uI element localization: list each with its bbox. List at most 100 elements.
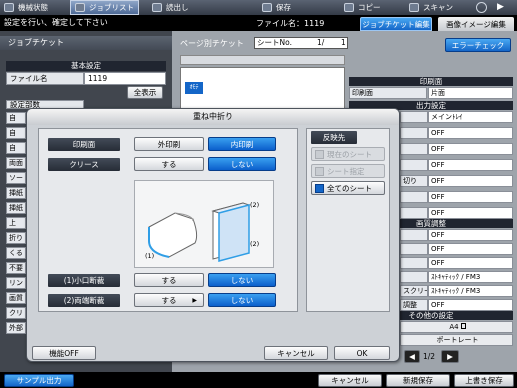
quality-setting-value[interactable]: OFF bbox=[428, 229, 513, 241]
filename-field[interactable]: 1119 bbox=[84, 72, 166, 85]
output-setting-value[interactable]: OFF bbox=[428, 207, 513, 219]
output-setting-label bbox=[400, 143, 428, 155]
next-page-button[interactable]: ▶ bbox=[441, 350, 459, 363]
tab-job-ticket-edit[interactable]: ジョブチケット編集 bbox=[360, 17, 432, 31]
job-ticket-item[interactable]: くる bbox=[6, 247, 26, 259]
quality-setting-value[interactable]: ｽﾄｷｬﾃｨｯｸ / FM3 bbox=[428, 285, 513, 297]
new-save-button[interactable]: 新規保存 bbox=[386, 374, 450, 387]
menu-job-list[interactable]: ジョブリスト bbox=[70, 0, 139, 15]
quality-setting-label: スクリーン bbox=[400, 285, 428, 297]
illus-label-fore-edge: (1) bbox=[145, 252, 155, 260]
apply-current-sheet-button[interactable]: 現在のシート bbox=[311, 147, 385, 161]
both-edge-trim-off-button[interactable]: しない bbox=[208, 293, 276, 307]
sheet-no-field[interactable]: シートNo. 1/1 bbox=[254, 37, 348, 49]
job-ticket-item[interactable]: 不要 bbox=[6, 262, 26, 274]
orientation-value: ポートレート bbox=[400, 334, 513, 346]
menu-save[interactable]: 保存 bbox=[262, 1, 291, 14]
output-setting-value[interactable]: OFF bbox=[428, 143, 513, 155]
fore-edge-trim-on-button[interactable]: する bbox=[134, 273, 204, 287]
thumbnail-area bbox=[180, 67, 345, 112]
dialog-cancel-button[interactable]: キャンセル bbox=[264, 346, 328, 360]
saddle-fold-diagram bbox=[148, 202, 251, 262]
prev-page-button[interactable]: ◀ bbox=[404, 350, 420, 363]
print-side-header: 印刷面 bbox=[349, 77, 513, 86]
fore-edge-trim-off-button[interactable]: しない bbox=[208, 273, 276, 287]
checkbox-checked-icon bbox=[315, 183, 324, 193]
apply-all-sheets-button[interactable]: 全てのシート bbox=[311, 181, 385, 195]
job-ticket-item[interactable]: 画質 bbox=[6, 292, 26, 304]
both-edge-trim-label: (2)両端断裁 bbox=[48, 294, 120, 307]
quality-setting-value[interactable]: OFF bbox=[428, 243, 513, 255]
job-ticket-item[interactable]: 挿紙 bbox=[6, 202, 26, 214]
quality-setting-value[interactable]: ｽﾄｷｬﾃｨｯｸ / FM3 bbox=[428, 271, 513, 283]
save-icon bbox=[262, 3, 272, 12]
thumbnail-scrollbar[interactable] bbox=[180, 55, 345, 65]
paper-size-value: A4 bbox=[400, 321, 513, 333]
dialog-ok-button[interactable]: OK bbox=[334, 346, 390, 360]
output-setting-value[interactable]: OFF bbox=[428, 191, 513, 203]
job-ticket-item[interactable]: 自 bbox=[6, 142, 26, 154]
tab-image-edit[interactable]: 画像イメージ編集 bbox=[438, 17, 514, 31]
more-icon[interactable]: ▶ bbox=[497, 2, 511, 13]
globe-icon[interactable] bbox=[476, 2, 487, 13]
apply-specified-sheet-button[interactable]: シート指定 bbox=[311, 164, 385, 178]
menu-copy[interactable]: コピー bbox=[344, 1, 381, 14]
inner-print-button[interactable]: 内印刷 bbox=[208, 137, 276, 151]
status-message: 設定を行い、確定して下さい bbox=[4, 18, 108, 27]
job-ticket-item[interactable]: 挿紙 bbox=[6, 187, 26, 199]
menu-machine-status[interactable]: 機械状態 bbox=[4, 1, 48, 14]
print-side-section-label: 印刷面 bbox=[48, 138, 120, 151]
output-setting-label bbox=[400, 191, 428, 203]
error-check-button[interactable]: エラーチェック bbox=[445, 38, 511, 52]
job-ticket-item[interactable]: クリ bbox=[6, 307, 26, 319]
both-edge-trim-on-button[interactable]: する ▶ bbox=[134, 293, 204, 307]
crease-off-button[interactable]: しない bbox=[208, 157, 276, 171]
quality-setting-value[interactable]: OFF bbox=[428, 257, 513, 269]
quality-setting-label bbox=[400, 271, 428, 283]
job-ticket-item[interactable]: 自 bbox=[6, 127, 26, 139]
menu-recall[interactable]: 読出し bbox=[152, 1, 189, 14]
status-filename: ファイル名：1119 bbox=[256, 19, 325, 28]
job-list-icon bbox=[75, 3, 85, 12]
show-all-button[interactable]: 全表示 bbox=[127, 86, 163, 99]
job-ticket-item[interactable]: 上 bbox=[6, 217, 26, 229]
job-ticket-item[interactable]: 外部 bbox=[6, 322, 26, 334]
machine-status-icon bbox=[4, 3, 14, 12]
function-off-button[interactable]: 機能OFF bbox=[32, 346, 96, 360]
outer-print-button[interactable]: 外印刷 bbox=[134, 137, 204, 151]
output-setting-value[interactable]: OFF bbox=[428, 175, 513, 187]
output-setting-label bbox=[400, 127, 428, 139]
sample-output-button[interactable]: サンプル出力 bbox=[4, 374, 74, 387]
output-setting-value[interactable]: OFF bbox=[428, 159, 513, 171]
output-setting-label bbox=[400, 207, 428, 219]
crease-section-label: クリース bbox=[48, 158, 120, 171]
quality-setting-value[interactable]: OFF bbox=[428, 299, 513, 311]
output-setting-value[interactable]: OFF bbox=[428, 127, 513, 139]
job-ticket-item[interactable]: 折り bbox=[6, 232, 26, 244]
crease-on-button[interactable]: する bbox=[134, 157, 204, 171]
output-setting-label bbox=[400, 159, 428, 171]
output-setting-label: 切り bbox=[400, 175, 428, 187]
job-ticket-item[interactable]: 両面 bbox=[6, 157, 26, 169]
quality-setting-label bbox=[400, 229, 428, 241]
page-ticket-label: ページ別チケット bbox=[180, 39, 244, 48]
illus-label-bottom-edge: (2) bbox=[250, 240, 260, 248]
thumbnail-front-badge: ｵﾓﾃ bbox=[185, 82, 203, 94]
print-side-label: 印刷面 bbox=[349, 87, 427, 99]
quality-setting-label bbox=[400, 257, 428, 269]
output-setting-value[interactable]: メインﾄﾚｲ bbox=[428, 111, 513, 123]
checkbox-icon bbox=[315, 149, 324, 159]
arrow-right-icon: ▶ bbox=[192, 296, 197, 304]
fold-illustration bbox=[134, 180, 274, 268]
print-side-value[interactable]: 片面 bbox=[428, 87, 513, 99]
apply-to-header: 反映先 bbox=[311, 131, 357, 144]
recall-icon bbox=[152, 3, 162, 12]
job-ticket-item[interactable]: 自 bbox=[6, 112, 26, 124]
filename-field-label: ファイル名 bbox=[6, 72, 84, 85]
job-ticket-item[interactable]: リン bbox=[6, 277, 26, 289]
basic-settings-header: 基本設定 bbox=[6, 61, 166, 71]
cancel-button[interactable]: キャンセル bbox=[318, 374, 382, 387]
job-ticket-item[interactable]: ソー bbox=[6, 172, 26, 184]
overwrite-save-button[interactable]: 上書き保存 bbox=[454, 374, 514, 387]
menu-scan[interactable]: スキャン bbox=[409, 1, 453, 14]
